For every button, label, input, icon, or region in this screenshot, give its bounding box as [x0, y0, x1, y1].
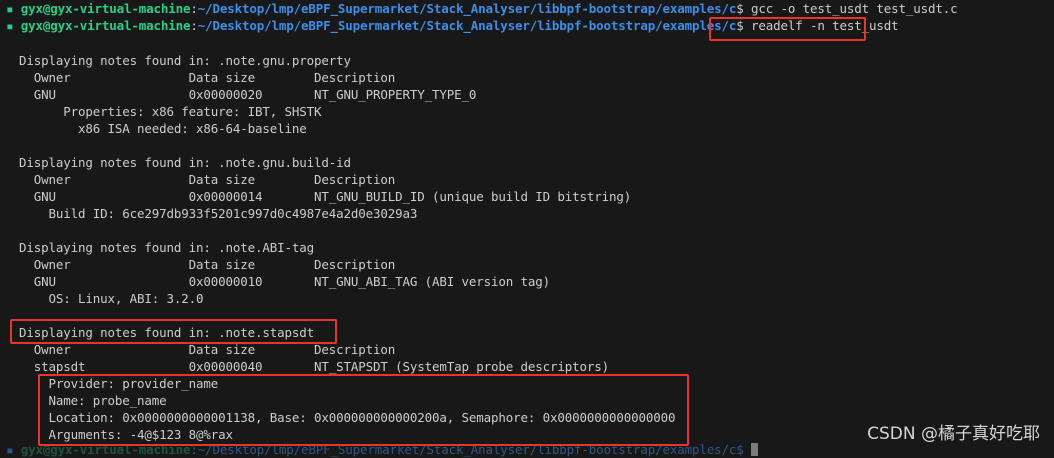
prompt-user: gyx@gyx-virtual-machine — [20, 18, 191, 33]
prompt-user: gyx@gyx-virtual-machine — [20, 1, 191, 16]
prompt-line-1: ▪ gyx@gyx-virtual-machine:~/Desktop/lmp/… — [6, 1, 958, 16]
column-headers: Owner Data size Description — [19, 257, 396, 272]
prompt-path: ~/Desktop/lmp/eBPF_Supermarket/Stack_Ana… — [197, 1, 737, 16]
highlight-stapsdt-header — [10, 319, 337, 344]
note-detail: OS: Linux, ABI: 3.2.0 — [19, 291, 204, 306]
prompt-marker: ▪ — [6, 1, 21, 16]
note-detail: Properties: x86 feature: IBT, SHSTK — [19, 104, 322, 119]
note-row: GNU 0x00000014 NT_GNU_BUILD_ID (unique b… — [19, 189, 632, 204]
prompt-path: ~/Desktop/lmp/eBPF_Supermarket/Stack_Ana… — [197, 18, 737, 33]
watermark: CSDN @橘子真好吃耶 — [867, 424, 1040, 444]
column-headers: Owner Data size Description — [19, 70, 396, 85]
section-header-gnu-property: Displaying notes found in: .note.gnu.pro… — [19, 53, 351, 68]
highlight-readelf-command — [709, 17, 866, 41]
note-row: stapsdt 0x00000040 NT_STAPSDT (SystemTap… — [19, 359, 610, 374]
note-detail: x86 ISA needed: x86-64-baseline — [19, 121, 307, 136]
terminal[interactable]: ▪ gyx@gyx-virtual-machine:~/Desktop/lmp/… — [0, 0, 1054, 457]
note-row: GNU 0x00000010 NT_GNU_ABI_TAG (ABI versi… — [19, 274, 551, 289]
section-header-build-id: Displaying notes found in: .note.gnu.bui… — [19, 155, 351, 170]
section-header-abi-tag: Displaying notes found in: .note.ABI-tag — [19, 240, 315, 255]
command-gcc: gcc -o test_usdt test_usdt.c — [750, 1, 958, 16]
column-headers: Owner Data size Description — [19, 172, 396, 187]
note-detail: Build ID: 6ce297db933f5201c997d0c4987e4a… — [19, 206, 418, 221]
prompt-marker: ▪ — [6, 18, 21, 33]
highlight-stapsdt-details — [38, 374, 689, 446]
note-row: GNU 0x00000020 NT_GNU_PROPERTY_TYPE_0 — [19, 87, 477, 102]
